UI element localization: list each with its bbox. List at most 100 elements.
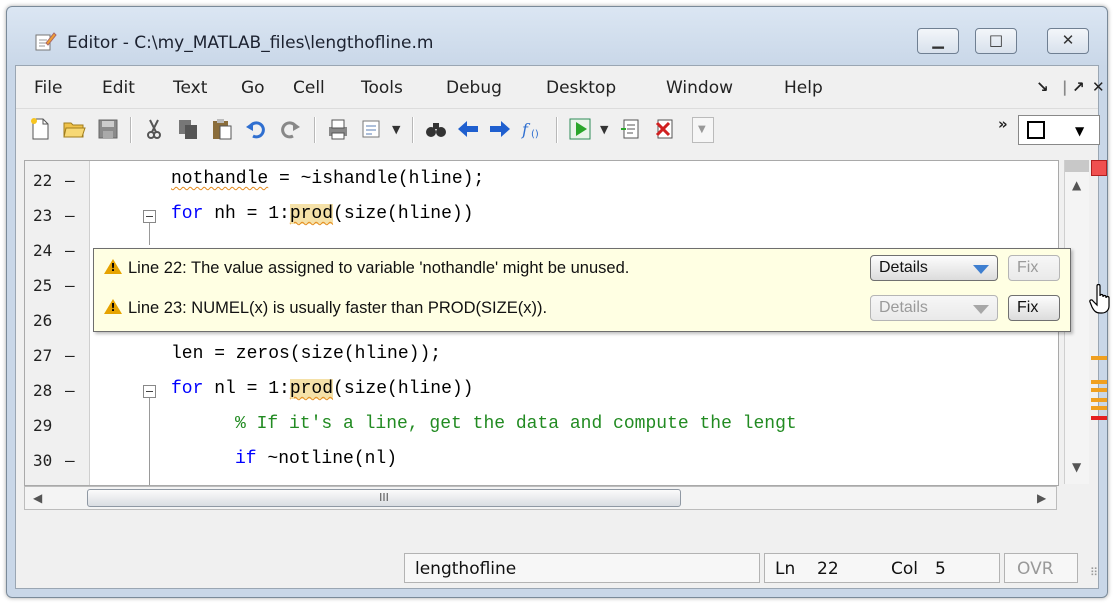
menu-tools[interactable]: Tools: [361, 78, 403, 98]
chevron-down-icon: [973, 265, 989, 274]
horizontal-scrollbar[interactable]: ◀ III ▶: [24, 486, 1057, 510]
menu-cell[interactable]: Cell: [293, 78, 325, 98]
find-icon[interactable]: [424, 117, 448, 141]
chevron-down-icon: ▼: [1075, 124, 1085, 138]
more-toolbar-icon[interactable]: »: [998, 115, 1008, 133]
breakpoint-marker[interactable]: —: [65, 451, 75, 470]
menu-desktop[interactable]: Desktop: [546, 78, 616, 98]
details-button[interactable]: Details: [870, 255, 998, 281]
tooltip-message: ! Line 22: The value assigned to variabl…: [100, 253, 1064, 285]
save-icon[interactable]: [96, 117, 120, 141]
cut-icon[interactable]: [142, 117, 166, 141]
svg-text:f: f: [521, 120, 531, 139]
scroll-left-icon[interactable]: ◀: [33, 491, 42, 505]
layout-icon: [1027, 121, 1045, 139]
warning-marker[interactable]: [1091, 356, 1107, 360]
editor-file-icon: [35, 32, 57, 51]
chevron-down-icon: [973, 305, 989, 314]
fold-toggle[interactable]: [143, 385, 156, 398]
breakpoint-marker[interactable]: —: [65, 276, 75, 295]
print-icon[interactable]: [326, 117, 350, 141]
step-icon[interactable]: [620, 117, 644, 141]
line-number: 22: [33, 171, 53, 190]
code-text: (size(hline)): [333, 204, 474, 224]
menu-go[interactable]: Go: [241, 78, 265, 98]
code-line-28: for nl = 1:prod(size(hline)): [171, 379, 473, 399]
back-icon[interactable]: [456, 117, 480, 141]
resize-grip-icon[interactable]: ⠿: [1090, 566, 1098, 579]
scroll-down-icon[interactable]: ▼: [1072, 460, 1081, 474]
breakpoint-marker[interactable]: —: [65, 241, 75, 260]
close-document-icon[interactable]: ✕: [1092, 78, 1105, 96]
code-variable: nothandle: [171, 169, 269, 189]
scroll-up-icon[interactable]: ▲: [1072, 178, 1081, 192]
undock-icon[interactable]: ↘: [1036, 78, 1049, 96]
line-number: 24: [33, 241, 53, 260]
minimize-button[interactable]: ▁: [917, 28, 959, 54]
toolbar-separator: [412, 117, 414, 143]
line-number: 23: [33, 206, 53, 225]
scroll-thumb[interactable]: [1065, 160, 1089, 172]
menu-help[interactable]: Help: [784, 78, 823, 98]
run-dropdown-icon[interactable]: ▼: [600, 123, 608, 136]
warning-marker[interactable]: [1091, 380, 1107, 384]
error-marker[interactable]: [1091, 416, 1107, 420]
current-function-field: lengthofline: [404, 553, 760, 583]
dock-icon[interactable]: ↗: [1072, 78, 1085, 96]
breakpoint-marker[interactable]: —: [65, 206, 75, 225]
redo-icon[interactable]: [278, 117, 302, 141]
close-button[interactable]: ✕: [1047, 28, 1089, 54]
maximize-button[interactable]: □: [975, 28, 1017, 54]
paste-icon[interactable]: [210, 117, 234, 141]
copy-icon[interactable]: [176, 117, 200, 141]
code-text: = ~ishandle(hline);: [268, 169, 485, 189]
ovr-field: OVR: [1004, 553, 1078, 583]
cursor-position-field: Ln 22 Col 5: [764, 553, 1000, 583]
layout-dropdown[interactable]: ▼: [1018, 115, 1100, 145]
forward-icon[interactable]: [488, 117, 512, 141]
separator: |: [1062, 78, 1068, 96]
warning-marker[interactable]: [1091, 398, 1107, 402]
stack-dropdown[interactable]: ▼: [692, 117, 714, 143]
code-line-30: if ~notline(nl): [235, 449, 397, 469]
details-button[interactable]: Details: [870, 295, 998, 321]
menu-edit[interactable]: Edit: [102, 78, 135, 98]
warning-marker[interactable]: [1091, 388, 1107, 392]
new-file-icon[interactable]: [28, 117, 52, 141]
scroll-right-icon[interactable]: ▶: [1037, 491, 1046, 505]
breakpoint-marker[interactable]: —: [65, 171, 75, 190]
grip-icon: III: [379, 491, 389, 504]
fold-toggle[interactable]: [143, 210, 156, 223]
error-indicator-square[interactable]: [1091, 160, 1107, 176]
menu-window[interactable]: Window: [666, 78, 733, 98]
function-icon[interactable]: f(): [520, 117, 544, 141]
code-line-22: nothandle = ~ishandle(hline);: [171, 169, 484, 189]
menu-file[interactable]: File: [34, 78, 62, 98]
title-bar[interactable]: Editor - C:\my_MATLAB_files\lengthofline…: [7, 7, 1107, 65]
code-text: nh = 1:: [203, 204, 290, 224]
menu-text[interactable]: Text: [173, 78, 207, 98]
warning-marker[interactable]: [1091, 406, 1107, 410]
code-keyword: for: [171, 204, 204, 224]
column-value: 5: [935, 559, 946, 579]
clear-breakpoints-icon[interactable]: [654, 117, 678, 141]
breakpoint-marker[interactable]: —: [65, 381, 75, 400]
scroll-thumb[interactable]: III: [87, 489, 681, 507]
fix-button[interactable]: Fix: [1008, 295, 1060, 321]
undo-icon[interactable]: [244, 117, 268, 141]
line-label: Ln: [775, 559, 796, 579]
menu-debug[interactable]: Debug: [446, 78, 502, 98]
open-folder-icon[interactable]: [62, 117, 86, 141]
line-number: 29: [33, 416, 53, 435]
line-number: 27: [33, 346, 53, 365]
code-keyword: for: [171, 379, 204, 399]
fix-button[interactable]: Fix: [1008, 255, 1060, 281]
details-label: Details: [879, 299, 928, 316]
run-icon[interactable]: [568, 117, 592, 141]
comment-dropdown-icon[interactable]: ▼: [392, 123, 400, 136]
message-indicator-bar: [1091, 160, 1107, 484]
chevron-down-icon: ▼: [698, 124, 706, 135]
fix-label: Fix: [1017, 299, 1039, 316]
breakpoint-marker[interactable]: —: [65, 346, 75, 365]
comment-icon[interactable]: [360, 117, 384, 141]
